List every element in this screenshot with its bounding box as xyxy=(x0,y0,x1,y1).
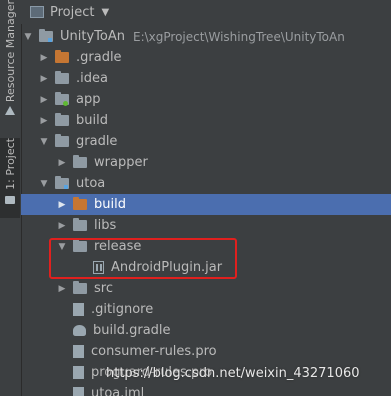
tree-row-gitignore[interactable]: .gitignore xyxy=(21,299,391,320)
tree-row-libs[interactable]: ▶ libs xyxy=(21,215,391,236)
folder-icon xyxy=(55,134,69,147)
tree-row-label: gradle xyxy=(76,134,118,149)
resource-manager-icon xyxy=(5,106,15,116)
tree-row-label: build xyxy=(76,113,108,128)
tree-row-gradle[interactable]: ▼ gradle xyxy=(21,131,391,152)
tree-row-wrapper[interactable]: ▶ wrapper xyxy=(21,152,391,173)
tree-row-label: UnityToAn xyxy=(60,29,125,44)
tree-row-label: build.gradle xyxy=(93,323,171,338)
collapsed-arrow-icon[interactable]: ▶ xyxy=(39,95,49,105)
folder-icon xyxy=(55,50,69,63)
folder-icon xyxy=(73,155,87,168)
file-icon xyxy=(73,345,84,358)
tree-row-label: .gitignore xyxy=(91,302,154,317)
folder-icon xyxy=(73,281,87,294)
tree-row-label: consumer-rules.pro xyxy=(91,344,217,359)
project-tree: ▼ UnityToAn E:\xgProject\WishingTree\Uni… xyxy=(21,24,391,396)
tree-row-label: build xyxy=(94,197,126,212)
file-icon xyxy=(73,387,84,396)
panel-header: Project ▼ xyxy=(21,0,391,24)
view-selector[interactable]: Project xyxy=(50,5,94,20)
highlight-annotation-box xyxy=(49,238,237,279)
tab-resource-manager[interactable]: Resource Manager xyxy=(0,0,20,128)
collapsed-arrow-icon[interactable]: ▶ xyxy=(39,116,49,126)
tab-resource-manager-label: Resource Manager xyxy=(3,0,17,103)
collapsed-arrow-icon[interactable]: ▶ xyxy=(57,221,67,231)
tree-row-label: utoa.iml xyxy=(91,386,145,396)
tree-row-build[interactable]: ▶ build xyxy=(21,110,391,131)
module-folder-icon xyxy=(55,176,69,189)
collapsed-arrow-icon[interactable]: ▶ xyxy=(39,74,49,84)
tree-row-utoa[interactable]: ▼ utoa xyxy=(21,173,391,194)
tab-project[interactable]: 1: Project xyxy=(0,138,20,218)
expanded-arrow-icon[interactable]: ▼ xyxy=(39,179,49,189)
tree-row-label: app xyxy=(76,92,101,107)
folder-icon xyxy=(55,113,69,126)
tree-row-label: src xyxy=(94,281,113,296)
watermark-text: https://blog.csdn.net/weixin_43271060 xyxy=(106,366,360,381)
tree-row-label: utoa xyxy=(76,176,106,191)
tree-row-dot-gradle[interactable]: ▶ .gradle xyxy=(21,47,391,68)
chevron-down-icon[interactable]: ▼ xyxy=(101,7,109,18)
file-icon xyxy=(73,366,84,379)
project-tool-window: Resource Manager 1: Project Project ▼ ▼ … xyxy=(0,0,391,396)
tab-project-label: 1: Project xyxy=(3,138,17,190)
tree-row-label: libs xyxy=(94,218,117,233)
file-icon xyxy=(73,303,84,316)
tree-row-consumer-rules[interactable]: consumer-rules.pro xyxy=(21,341,391,362)
tree-row-build-gradle[interactable]: build.gradle xyxy=(21,320,391,341)
tree-row-label: .gradle xyxy=(76,50,122,65)
gradle-icon xyxy=(73,325,86,336)
collapsed-arrow-icon[interactable]: ▶ xyxy=(57,158,67,168)
project-view-icon xyxy=(30,6,44,18)
project-path: E:\xgProject\WishingTree\UnityToAn xyxy=(132,29,345,44)
left-tool-strip: Resource Manager 1: Project xyxy=(0,0,22,396)
tree-row-idea[interactable]: ▶ .idea xyxy=(21,68,391,89)
tree-row-label: .idea xyxy=(76,71,108,86)
tree-row-src[interactable]: ▶ src xyxy=(21,278,391,299)
expanded-arrow-icon[interactable]: ▼ xyxy=(23,32,33,42)
expanded-arrow-icon[interactable]: ▼ xyxy=(39,137,49,147)
folder-icon xyxy=(73,218,87,231)
excluded-folder-icon xyxy=(73,197,87,210)
collapsed-arrow-icon[interactable]: ▶ xyxy=(57,284,67,294)
collapsed-arrow-icon[interactable]: ▶ xyxy=(39,53,49,63)
collapsed-arrow-icon[interactable]: ▶ xyxy=(57,200,67,210)
tree-row-label: wrapper xyxy=(94,155,148,170)
tree-row-unitytoan[interactable]: ▼ UnityToAn E:\xgProject\WishingTree\Uni… xyxy=(21,26,391,47)
module-folder-icon xyxy=(39,29,53,42)
project-icon xyxy=(5,195,15,204)
folder-icon xyxy=(55,71,69,84)
tree-row-app[interactable]: ▶ app xyxy=(21,89,391,110)
android-module-icon xyxy=(55,92,69,106)
tree-row-utoa-iml[interactable]: utoa.iml xyxy=(21,383,391,396)
tree-row-utoa-build[interactable]: ▶ build xyxy=(21,194,391,215)
